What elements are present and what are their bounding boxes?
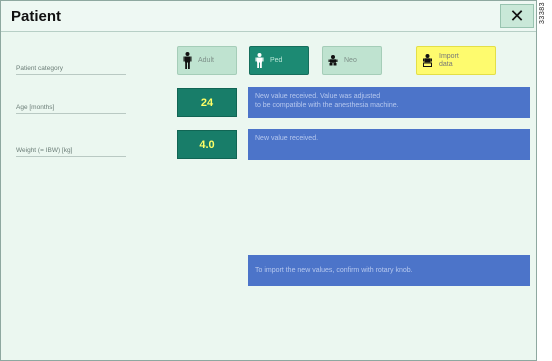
confirm-message: To import the new values, confirm with r… [248, 255, 530, 286]
document-id: 33383 [537, 0, 552, 50]
import-label-line-2: data [439, 60, 453, 68]
weight-label: Weight (= IBW) [kg] [16, 147, 126, 157]
import-data-label: Import data [439, 53, 459, 69]
weight-value-field[interactable]: 4.0 [177, 130, 237, 159]
adult-icon [183, 52, 192, 69]
adult-button[interactable]: Adult [177, 46, 237, 75]
close-icon: ✕ [509, 5, 525, 26]
adult-button-label: Adult [198, 56, 214, 64]
weight-message: New value received. [248, 129, 530, 160]
patient-dialog: Patient ✕ Patient category Age [months] … [0, 0, 537, 361]
ped-button[interactable]: Ped [249, 46, 309, 75]
document-id-text: 33383 [539, 2, 546, 24]
age-label: Age [months] [16, 104, 126, 114]
patient-category-label: Patient category [16, 65, 126, 75]
age-message: New value received. Value was adjusted t… [248, 87, 530, 118]
import-icon [423, 54, 432, 67]
child-icon [255, 53, 264, 68]
age-value-field[interactable]: 24 [177, 88, 237, 117]
neo-button[interactable]: Neo [322, 46, 382, 75]
import-label-line-1: Import [439, 52, 459, 60]
ped-button-label: Ped [270, 56, 283, 64]
title-bar: Patient ✕ [1, 1, 536, 32]
neo-button-label: Neo [344, 56, 357, 64]
import-data-button[interactable]: Import data [416, 46, 496, 75]
age-message-line-2: to be compatible with the anesthesia mac… [255, 102, 399, 109]
infant-icon [328, 55, 338, 66]
dialog-title: Patient [11, 8, 62, 25]
age-message-line-1: New value received. Value was adjusted [255, 93, 381, 100]
close-button[interactable]: ✕ [500, 4, 534, 28]
